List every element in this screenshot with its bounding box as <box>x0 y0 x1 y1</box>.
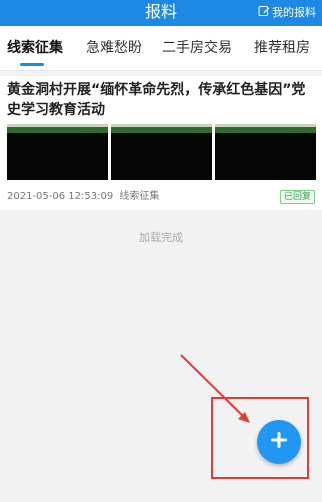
post-image[interactable] <box>7 124 108 180</box>
post-datetime: 2021-05-06 12:53:09 <box>7 191 114 202</box>
status-badge: 已回复 <box>279 190 315 204</box>
my-report-label: 我的报料 <box>272 6 316 19</box>
add-report-button[interactable] <box>257 420 301 464</box>
edit-icon <box>258 5 270 21</box>
tab-second-hand-housing[interactable]: 二手房交易 <box>162 38 232 58</box>
load-complete-text: 加载完成 <box>139 231 183 244</box>
category-tabs: 线索征集 急难愁盼 二手房交易 推荐租房 <box>0 26 322 71</box>
active-tab-indicator <box>20 63 44 66</box>
post-image[interactable] <box>111 124 212 180</box>
post-title: 黄金洞村开展“缅怀革命先烈，传承红色基因”党史学习教育活动 <box>7 82 306 118</box>
tab-urgent-needs[interactable]: 急难愁盼 <box>86 38 142 58</box>
post-image[interactable] <box>215 124 316 180</box>
post-meta: 2021-05-06 12:53:09 线索征集 <box>7 190 159 204</box>
post-card[interactable]: 黄金洞村开展“缅怀革命先烈，传承红色基因”党史学习教育活动 2021-05-06… <box>0 76 322 210</box>
tab-rental-recommend[interactable]: 推荐租房 <box>254 38 310 58</box>
post-category: 线索征集 <box>119 191 160 202</box>
plus-icon <box>269 430 289 454</box>
app-header: 报料 我的报料 <box>0 0 322 26</box>
tab-clue-collection[interactable]: 线索征集 <box>7 38 63 58</box>
my-report-link[interactable]: 我的报料 <box>258 5 316 21</box>
